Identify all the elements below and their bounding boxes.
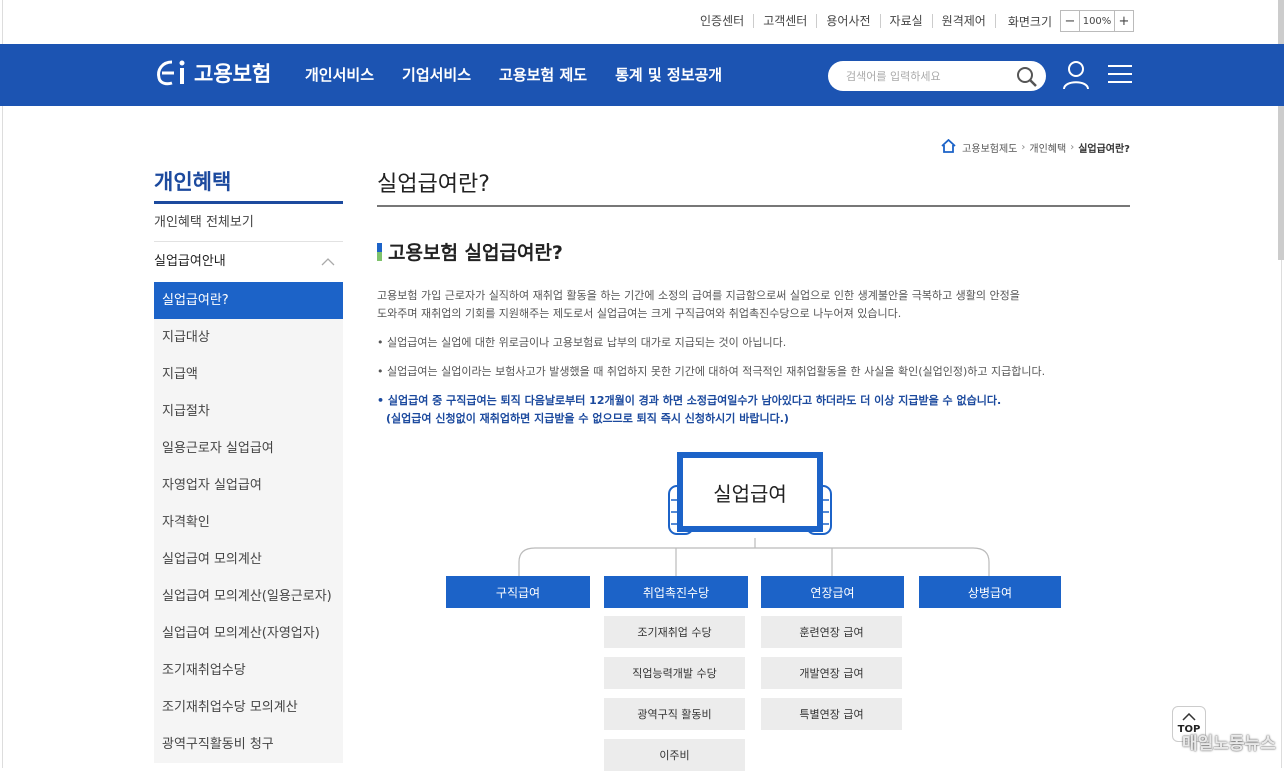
- intro-line: 도와주며 재취업의 기회를 지원해주는 제도로서 실업급여는 크게 구직급여와 …: [377, 307, 902, 320]
- left-nav-submenu: 실업급여란? 지급대상 지급액 지급절차 일용근로자 실업급여 자영업자 실업급…: [154, 282, 343, 763]
- left-nav-group-label: 실업급여안내: [154, 254, 226, 269]
- sub-item-skill-development[interactable]: 직업능력개발 수당: [604, 657, 745, 689]
- search-icon[interactable]: [1016, 66, 1038, 92]
- category-sickness-benefit[interactable]: 상병급여: [919, 576, 1061, 608]
- breadcrumb: 고용보험제도 › 개인혜택 › 실업급여란?: [941, 138, 1130, 156]
- left-nav-item[interactable]: 실업급여 모의계산: [154, 541, 343, 578]
- left-nav-item[interactable]: 실업급여 모의계산(일용근로자): [154, 578, 343, 615]
- sub-item-training-extension[interactable]: 훈련연장 급여: [761, 616, 902, 648]
- chevron-up-icon: [1182, 712, 1196, 721]
- diagram-root-sign: 실업급여: [677, 452, 823, 532]
- category-reemployment-allowance[interactable]: 취업촉진수당: [604, 576, 748, 608]
- left-nav-item-what-is[interactable]: 실업급여란?: [154, 282, 343, 319]
- ei-logo-icon: [157, 60, 185, 86]
- util-link-customer[interactable]: 고객센터: [754, 14, 818, 28]
- intro-paragraph: 고용보험 가입 근로자가 실직하여 재취업 활동을 하는 기간에 소정의 급여를…: [377, 287, 1130, 323]
- util-link-cert[interactable]: 인증센터: [691, 14, 755, 28]
- zoom-label: 화면크기: [1007, 14, 1052, 29]
- search-input[interactable]: [846, 69, 1006, 83]
- sub-item-early-reemployment[interactable]: 조기재취업 수당: [604, 616, 745, 648]
- left-nav-item[interactable]: 지급액: [154, 356, 343, 393]
- left-nav-item[interactable]: 자격확인: [154, 504, 343, 541]
- left-nav-item[interactable]: 지급절차: [154, 393, 343, 430]
- bullet-highlight: • 실업급여 중 구직급여는 퇴직 다음날로부터 12개월이 경과 하면 소정급…: [377, 392, 1130, 428]
- left-nav-item[interactable]: 지급대상: [154, 319, 343, 356]
- sub-item-relocation[interactable]: 이주비: [604, 739, 745, 771]
- section-title-marker: [377, 242, 382, 261]
- global-nav-bar: 고용보험 개인서비스 기업서비스 고용보험 제도 통계 및 정보공개: [0, 44, 1284, 106]
- main-menu: 개인서비스 기업서비스 고용보험 제도 통계 및 정보공개: [305, 64, 750, 85]
- intro-line: 고용보험 가입 근로자가 실직하여 재취업 활동을 하는 기간에 소정의 급여를…: [377, 289, 1020, 302]
- breadcrumb-item[interactable]: 고용보험제도: [962, 140, 1017, 155]
- bullet-text: • 실업급여는 실업에 대한 위로금이나 고용보험료 납부의 대가로 지급되는 …: [377, 336, 787, 349]
- watermark-text: 매일노동뉴스: [1182, 734, 1276, 754]
- site-logo[interactable]: 고용보험: [154, 58, 271, 88]
- category-extended-benefit[interactable]: 연장급여: [761, 576, 904, 608]
- sub-item-special-extension[interactable]: 특별연장 급여: [761, 698, 902, 730]
- page-title: 실업급여란?: [377, 166, 1130, 207]
- scrollbar[interactable]: [1278, 0, 1284, 260]
- left-nav-item[interactable]: 조기재취업수당: [154, 652, 343, 689]
- util-link-library[interactable]: 자료실: [881, 14, 933, 28]
- category-job-seeking-benefit[interactable]: 구직급여: [446, 576, 590, 608]
- left-nav-item[interactable]: 자영업자 실업급여: [154, 467, 343, 504]
- bullet-text: • 실업급여는 실업이라는 보험사고가 발생했을 때 취업하지 못한 기간에 대…: [377, 365, 1046, 378]
- menu-personal-services[interactable]: 개인서비스: [305, 64, 374, 85]
- left-nav-all-link[interactable]: 개인혜택 전체보기: [154, 204, 343, 242]
- bullet-highlight-line: (실업급여 신청없이 재취업하면 지급받을 수 없으므로 퇴직 즉시 신청하시기…: [386, 412, 789, 425]
- zoom-in-button[interactable]: +: [1115, 11, 1133, 31]
- home-icon[interactable]: [941, 138, 956, 156]
- zoom-value: 100%: [1079, 11, 1115, 31]
- left-nav-item[interactable]: 광역구직활동비 청구: [154, 726, 343, 763]
- left-nav-item[interactable]: 실업급여 모의계산(자영업자): [154, 615, 343, 652]
- left-nav-item[interactable]: 조기재취업수당 모의계산: [154, 689, 343, 726]
- section-title-text: 고용보험 실업급여란?: [388, 242, 563, 264]
- util-link-glossary[interactable]: 용어사전: [817, 14, 881, 28]
- search-box: [828, 61, 1046, 91]
- benefit-diagram: 실업급여 구직급여 취업촉진수당 연장급여 상병급여 조기재취업 수당 직업능력…: [445, 452, 1065, 771]
- user-icon[interactable]: [1062, 60, 1090, 94]
- logo-text: 고용보험: [194, 62, 272, 86]
- zoom-control: − 100% +: [1060, 10, 1134, 32]
- main-content: 실업급여란? 고용보험 실업급여란? 고용보험 가입 근로자가 실직하여 재취업…: [377, 166, 1130, 428]
- left-nav-group-unemployment[interactable]: 실업급여안내: [154, 242, 343, 282]
- breadcrumb-item[interactable]: 개인혜택: [1029, 140, 1066, 155]
- left-nav: 개인혜택 개인혜택 전체보기 실업급여안내 실업급여란? 지급대상 지급액 지급…: [154, 166, 343, 763]
- section-title: 고용보험 실업급여란?: [377, 238, 1130, 265]
- chevron-up-icon: [321, 258, 335, 266]
- sub-item-individual-extension[interactable]: 개발연장 급여: [761, 657, 902, 689]
- zoom-out-button[interactable]: −: [1061, 11, 1079, 31]
- menu-corporate-services[interactable]: 기업서비스: [402, 64, 471, 85]
- utility-bar: 인증센터 고객센터 용어사전 자료실 원격제어 화면크기 − 100% +: [691, 10, 1134, 32]
- util-link-remote[interactable]: 원격제어: [933, 14, 996, 28]
- bullet-highlight-line: • 실업급여 중 구직급여는 퇴직 다음날로부터 12개월이 경과 하면 소정급…: [377, 394, 1002, 407]
- chevron-right-icon: ›: [1070, 142, 1075, 153]
- sub-item-wide-area-job-search[interactable]: 광역구직 활동비: [604, 698, 745, 730]
- menu-statistics[interactable]: 통계 및 정보공개: [615, 64, 722, 85]
- menu-hamburger-icon[interactable]: [1108, 64, 1132, 88]
- chevron-right-icon: ›: [1021, 142, 1026, 153]
- left-nav-title: 개인혜택: [154, 166, 343, 204]
- menu-insurance-system[interactable]: 고용보험 제도: [499, 64, 587, 85]
- breadcrumb-current: 실업급여란?: [1078, 144, 1130, 155]
- left-nav-item[interactable]: 일용근로자 실업급여: [154, 430, 343, 467]
